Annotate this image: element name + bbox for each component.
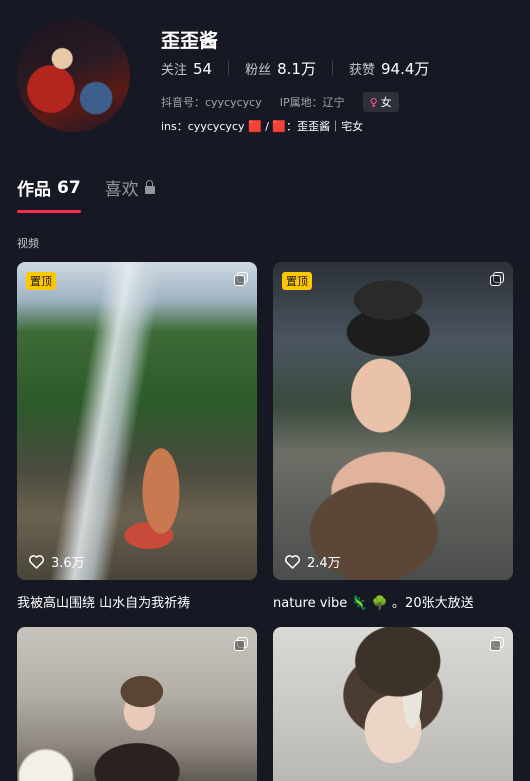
stat-likes: 获赞 94.4万 <box>349 58 429 79</box>
stat-divider <box>228 61 230 75</box>
video-caption[interactable]: nature vibe 🦎 🌳 。20张大放送 <box>273 592 474 611</box>
douyin-id: 抖音号：cyycycycy <box>161 96 262 109</box>
username: 歪歪酱 <box>161 30 219 52</box>
ip-location: IP属地：辽宁 <box>279 96 345 109</box>
avatar[interactable] <box>17 19 130 132</box>
stat-likes-label: 获赞 <box>348 62 375 78</box>
video-likes-count: 2.4万 <box>307 556 341 571</box>
multi-image-icon <box>234 272 248 286</box>
multi-image-icon <box>490 637 504 651</box>
lock-icon <box>144 180 155 194</box>
profile-meta: 抖音号：cyycycycy IP属地：辽宁 ♀ 女 <box>161 92 399 112</box>
heart-icon <box>28 555 45 569</box>
section-label: 视频 <box>17 237 39 250</box>
video-card[interactable] <box>17 627 257 781</box>
video-thumbnail <box>17 262 257 580</box>
multi-image-icon <box>490 272 504 286</box>
content-tabs: 作品 67 喜欢 <box>17 175 179 200</box>
tab-works-label: 作品 <box>17 180 51 200</box>
female-icon: ♀ <box>369 95 378 109</box>
tab-likes-label: 喜欢 <box>104 180 139 200</box>
gender-badge: ♀ 女 <box>362 92 399 112</box>
tab-works-count: 67 <box>57 177 81 198</box>
tab-works[interactable]: 作品 67 <box>17 175 81 201</box>
stat-likes-value: 94.4万 <box>381 59 430 78</box>
video-card[interactable]: 置顶 3.6万 <box>17 262 257 580</box>
video-card[interactable]: 置顶 2.4万 <box>273 262 513 580</box>
video-card[interactable] <box>273 627 513 781</box>
stat-followers[interactable]: 粉丝 8.1万 <box>245 58 316 79</box>
tab-likes[interactable]: 喜欢 <box>105 175 155 200</box>
stat-followers-label: 粉丝 <box>245 62 272 78</box>
video-caption[interactable]: 我被高山围绕 山水自为我祈祷 <box>17 592 190 611</box>
stat-following[interactable]: 关注 54 <box>161 59 212 78</box>
stat-followers-value: 8.1万 <box>277 59 316 78</box>
stat-following-value: 54 <box>193 59 213 78</box>
profile-stats: 关注 54 粉丝 8.1万 获赞 94.4万 <box>161 58 429 78</box>
stat-divider <box>331 61 333 75</box>
pinned-badge: 置顶 <box>282 272 312 290</box>
multi-image-icon <box>234 637 248 651</box>
video-thumbnail <box>17 627 257 781</box>
pinned-badge: 置顶 <box>26 272 56 290</box>
gender-label: 女 <box>380 96 392 109</box>
video-likes: 3.6万 <box>28 552 85 571</box>
profile-page: 歪歪酱 关注 54 粉丝 8.1万 获赞 94.4万 抖音号：cyycycycy… <box>0 0 530 781</box>
active-tab-indicator <box>17 210 81 213</box>
stat-following-label: 关注 <box>161 62 188 78</box>
video-likes: 2.4万 <box>284 552 341 571</box>
bio: ins：cyycycycy 🟥 / 🟥：歪歪酱｜宅女 <box>161 120 364 133</box>
video-thumbnail <box>273 262 513 580</box>
video-thumbnail <box>273 627 513 781</box>
video-likes-count: 3.6万 <box>51 556 85 571</box>
heart-icon <box>284 555 301 569</box>
